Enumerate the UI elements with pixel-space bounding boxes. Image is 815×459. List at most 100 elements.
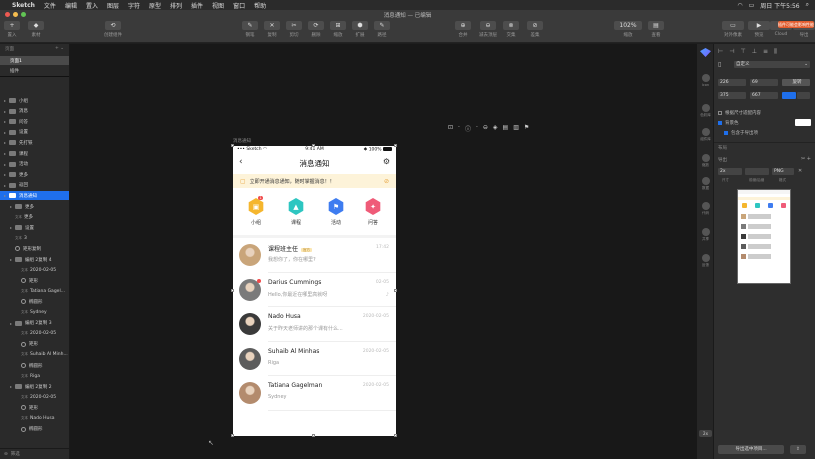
selection-handle[interactable] <box>394 434 397 437</box>
page-item[interactable]: 页面1 <box>0 56 69 65</box>
bg-checkbox[interactable] <box>718 121 722 125</box>
menu-app[interactable]: Sketch <box>12 2 35 9</box>
wifi-icon[interactable]: ◠ <box>737 2 742 9</box>
bookmark-icon[interactable]: ▥ <box>513 124 519 133</box>
category-item[interactable]: ✦ 问答 <box>358 198 388 226</box>
dot-icon[interactable]: · <box>476 124 478 133</box>
layer-item[interactable]: 椭圆形 <box>0 425 69 434</box>
align-center-icon[interactable]: ⊣ <box>729 48 734 56</box>
portrait-icon[interactable] <box>782 92 796 99</box>
selection-handle[interactable] <box>231 289 234 292</box>
layer-item[interactable]: ▸ 问答 <box>0 117 69 126</box>
layer-item[interactable]: ▸ 编组 2复制 2 <box>0 382 69 391</box>
rail-item[interactable]: 色彩库 <box>697 104 714 118</box>
layer-item[interactable]: 文本 2020-02-05 <box>0 329 69 338</box>
layer-item[interactable]: ▸ 课程 <box>0 149 69 158</box>
toolbar-bool-button[interactable]: ⊕ 合并 <box>455 21 471 38</box>
menu-item[interactable]: 排列 <box>170 1 182 10</box>
selection-handle[interactable] <box>231 434 234 437</box>
page-item[interactable]: 插件 <box>0 66 69 75</box>
toolbar-right-button[interactable]: ▶ 预览 <box>748 21 770 38</box>
toolbar-bool-button[interactable]: ⊖ 减去顶层 <box>479 21 497 38</box>
export-prefix[interactable] <box>745 168 769 175</box>
layer-filter[interactable]: ⊜ 筛选 <box>0 448 69 459</box>
toolbar-mid-button[interactable]: ✕ 复制 <box>264 21 280 38</box>
dot-icon[interactable]: · <box>458 124 460 133</box>
battery-icon[interactable]: ▭ <box>749 2 755 9</box>
toolbar-mid-button[interactable]: ✎ 路径 <box>374 21 390 38</box>
layer-item[interactable]: ▸ 更多 <box>0 170 69 179</box>
adjust-checkbox[interactable] <box>718 111 722 115</box>
layer-item[interactable]: ▸ 编组 2复制 3 <box>0 319 69 328</box>
add-export-icon[interactable]: + <box>807 156 811 162</box>
export-bg-row[interactable]: 包含于导出项 <box>724 130 814 136</box>
menu-item[interactable]: 插件 <box>191 1 203 10</box>
style-select[interactable]: 自定义 ⌄ <box>734 61 810 68</box>
toolbar-bool-button[interactable]: ⊗ 交集 <box>503 21 519 38</box>
menu-item[interactable]: 原型 <box>149 1 161 10</box>
menu-item[interactable]: 帮助 <box>254 1 266 10</box>
message-row[interactable]: Nado Husa 关于昨天老师讲的那个课有什么... 2020-02-05 <box>233 307 396 341</box>
category-item[interactable]: ▲ 课程 <box>281 198 311 226</box>
toolbar-mid-button[interactable]: ✎ 钢笔 <box>242 21 258 38</box>
toolbar-bool-button[interactable]: ⊘ 差集 <box>527 21 543 38</box>
remove-export-icon[interactable]: ✕ <box>798 168 802 174</box>
layer-item[interactable]: 椭圆形 <box>0 297 69 306</box>
share-icon[interactable]: ⇪ <box>790 445 806 454</box>
layer-item[interactable]: 文本 Tatiana Gagel... <box>0 287 69 296</box>
layer-item[interactable]: 矩形复制 <box>0 244 69 253</box>
info-icon[interactable]: ⓘ <box>465 124 471 133</box>
distribute-v-icon[interactable]: ⫼ <box>774 48 777 56</box>
toolbar-left-button[interactable]: ◆ 素材 <box>28 21 44 38</box>
menu-item[interactable]: 字符 <box>128 1 140 10</box>
layer-item[interactable]: ▸ 返回 <box>0 181 69 190</box>
layer-item[interactable]: 矩形 <box>0 276 69 285</box>
menu-item[interactable]: 置入 <box>86 1 98 10</box>
layer-item-selected[interactable]: ▸ 消息通知 <box>0 191 69 201</box>
toolbar-left-button[interactable]: ⟲ 创建组件 <box>104 21 122 38</box>
layer-item[interactable]: ▸ 设置 <box>0 128 69 137</box>
align-right-icon[interactable]: ⊤ <box>740 48 745 56</box>
height-field[interactable]: 667 <box>750 92 778 99</box>
background-row[interactable]: 背景色 <box>718 119 814 126</box>
selection-handle[interactable] <box>394 144 397 147</box>
layer-item[interactable]: 椭圆形 <box>0 361 69 370</box>
toolbar-mid-button[interactable]: ⬢ 扩展 <box>352 21 368 38</box>
export-scale[interactable]: 2x <box>718 168 742 175</box>
export-selected-button[interactable]: 导出选中项目... <box>718 445 784 454</box>
category-item[interactable]: ⚑ 活动 <box>321 198 351 226</box>
selection-handle[interactable] <box>394 289 397 292</box>
layer-item[interactable]: ▸ 设置 <box>0 223 69 232</box>
export-format[interactable]: PNG <box>772 168 794 175</box>
notification-banner[interactable]: ▢ 立即开通消息通知，随时掌握消息！！ ⊘ <box>233 174 396 188</box>
menu-item[interactable]: 文件 <box>44 1 56 10</box>
align-top-icon[interactable]: ⊥ <box>752 48 757 56</box>
width-field[interactable]: 375 <box>718 92 746 99</box>
zoom-control[interactable]: 102% 缩放 <box>614 21 642 38</box>
layer-item[interactable]: 文本 Riga <box>0 372 69 381</box>
menubar-clock[interactable]: 周日 下午5:56 <box>760 1 799 10</box>
rotate-button[interactable]: 旋转 <box>782 79 810 86</box>
rail-item[interactable]: Icon <box>697 74 714 87</box>
slice-icon[interactable]: ✂ <box>801 156 805 162</box>
layer-item[interactable]: ▸ 活动 <box>0 160 69 169</box>
settings-icon[interactable]: ⚙ <box>383 157 390 166</box>
artboard-name[interactable]: 消息通知 <box>233 138 251 144</box>
layer-item[interactable]: 文本 3 <box>0 234 69 243</box>
y-field[interactable]: 69 <box>750 79 778 86</box>
menu-item[interactable]: 图层 <box>107 1 119 10</box>
scale-badge[interactable]: 2x <box>699 430 712 437</box>
toolbar-mid-button[interactable]: ⊞ 缩放 <box>330 21 346 38</box>
frame-icon[interactable]: ⊡ <box>448 124 453 133</box>
layer-item[interactable]: ▸ 先打铁 <box>0 138 69 147</box>
adjust-content-row[interactable]: 根据尺寸适配内容 <box>718 110 814 116</box>
layer-item[interactable]: 文本 更多 <box>0 213 69 222</box>
message-row[interactable]: 课程班主任 官方 我想你了，你在哪里? 17:42 <box>233 238 396 272</box>
layers-icon[interactable]: ◈ <box>493 124 498 133</box>
rail-item[interactable]: 代码 <box>697 202 714 216</box>
menu-item[interactable]: 视图 <box>212 1 224 10</box>
distribute-icon[interactable]: ≡ <box>763 48 768 56</box>
rail-item[interactable]: 共享 <box>697 228 714 242</box>
more-icon[interactable]: ⊖ <box>483 124 488 133</box>
align-left-icon[interactable]: ⊢ <box>718 48 723 56</box>
